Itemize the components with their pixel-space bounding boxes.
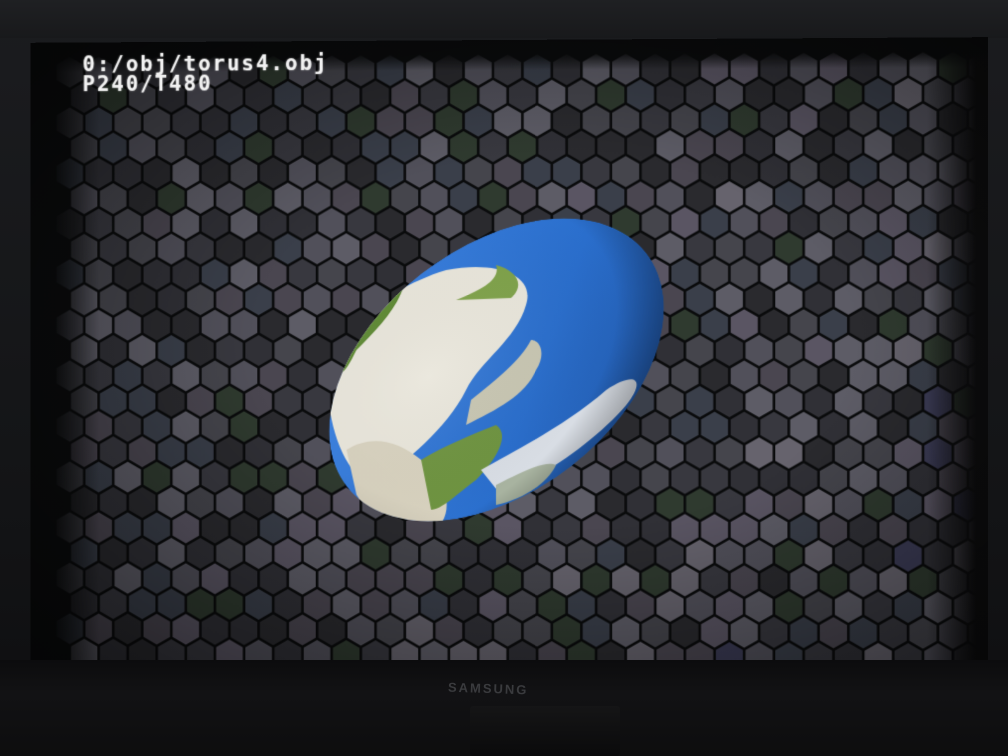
monitor-screen: 0:/obj/torus4.obj P240/T480 (30, 37, 989, 671)
screen-right-shadow (927, 37, 989, 671)
earth-textured-object (273, 156, 719, 583)
textured-3d-model (273, 156, 719, 583)
monitor-stand (470, 706, 620, 756)
monitor-brand-logo: SAMSUNG (447, 679, 529, 698)
polygon-stats-label: P240/T480 (82, 71, 213, 97)
screen-left-shadow (30, 42, 100, 666)
monitor-top-bezel (0, 0, 1008, 38)
debug-overlay: 0:/obj/torus4.obj P240/T480 (82, 51, 329, 97)
